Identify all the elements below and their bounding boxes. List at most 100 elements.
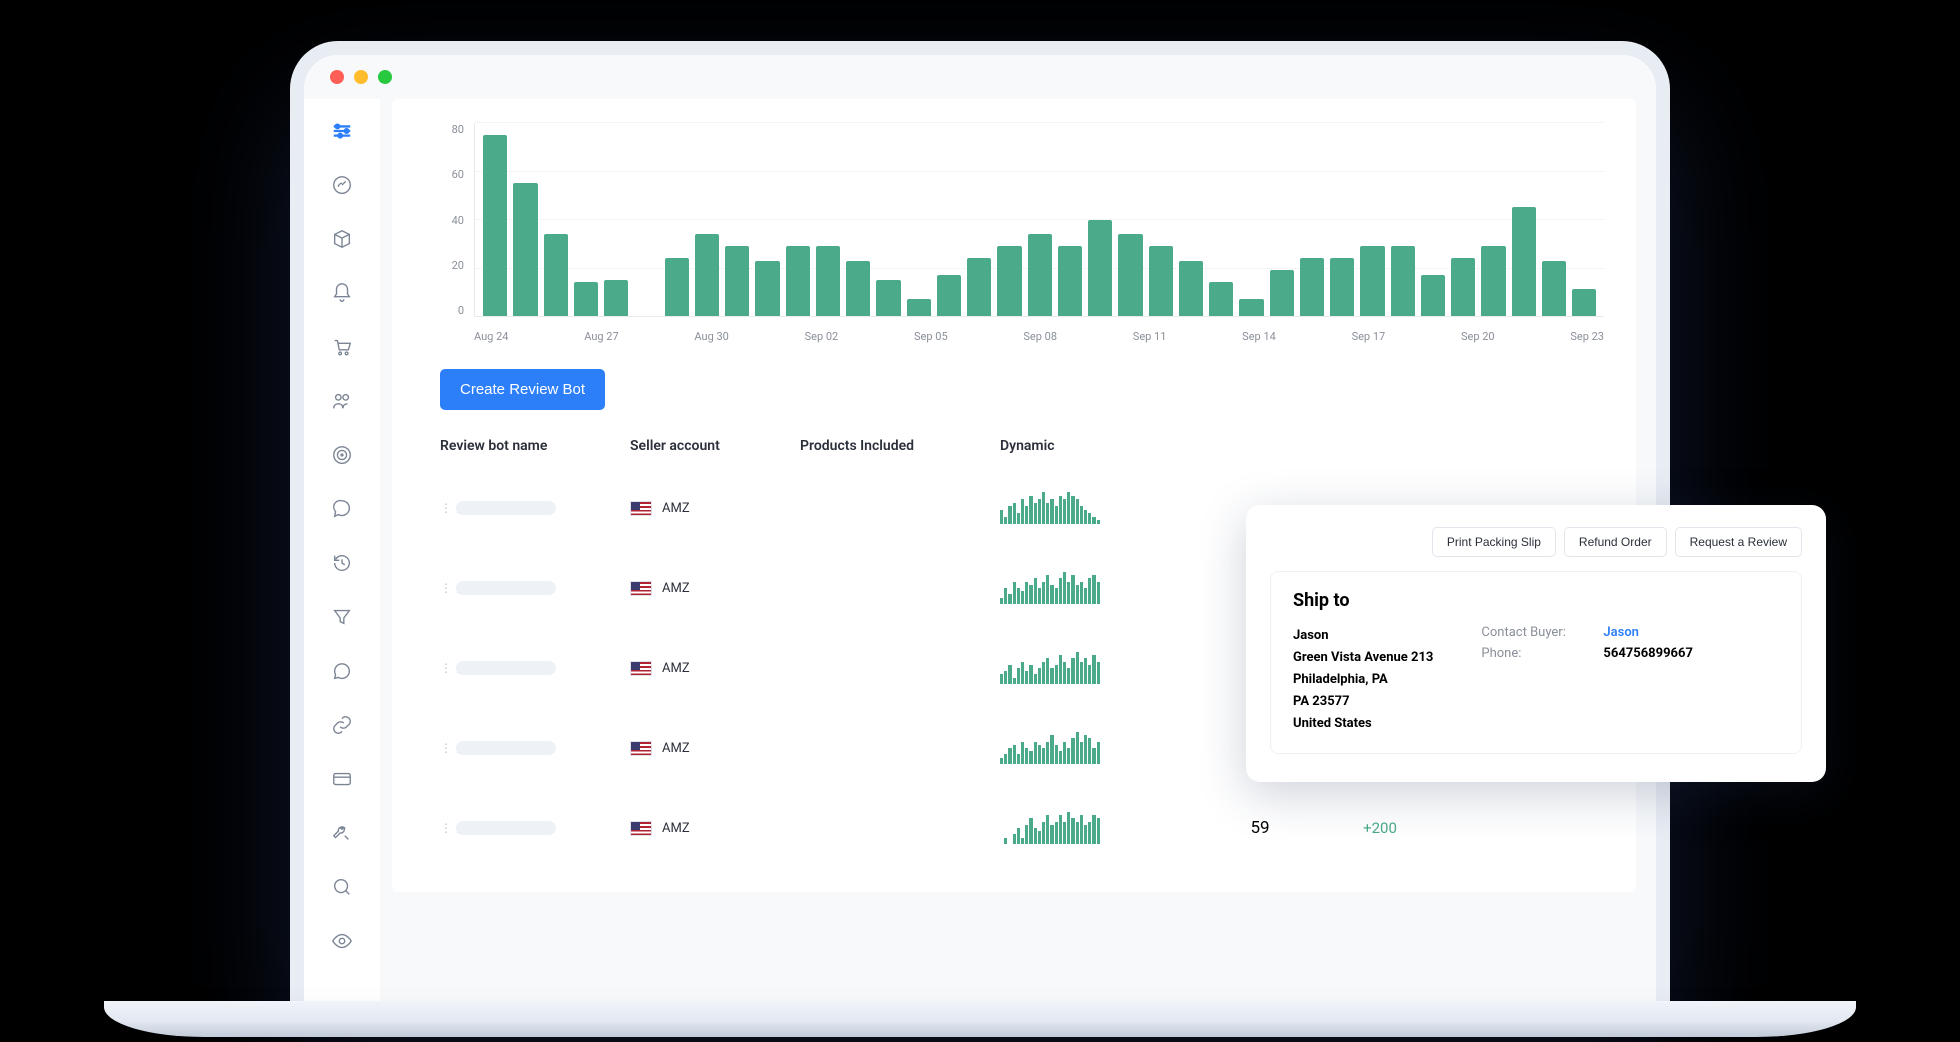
- chart-bar: [846, 261, 870, 316]
- history-icon[interactable]: [330, 551, 354, 575]
- us-flag-icon: [630, 821, 652, 836]
- contact-buyer-label: Contact Buyer:: [1481, 625, 1581, 640]
- seller-cell: AMZ: [630, 741, 800, 756]
- laptop-base: [104, 1001, 1856, 1037]
- request-review-button[interactable]: Request a Review: [1675, 527, 1802, 557]
- chart-bar: [1058, 246, 1082, 316]
- dynamic-sparkline: [1000, 812, 1100, 844]
- us-flag-icon: [630, 661, 652, 676]
- col-name: Review bot name: [440, 438, 630, 454]
- window-minimize-icon[interactable]: [354, 70, 368, 84]
- name-placeholder: [456, 741, 556, 755]
- create-review-bot-button[interactable]: Create Review Bot: [440, 369, 605, 410]
- ship-to-title: Ship to: [1293, 590, 1779, 611]
- eye-icon[interactable]: [330, 929, 354, 953]
- chart-bar: [1118, 234, 1142, 316]
- seller-cell: AMZ: [630, 581, 800, 596]
- users-icon[interactable]: [330, 389, 354, 413]
- chart-bar: [1088, 220, 1112, 317]
- chart-bar: [1330, 258, 1354, 316]
- phone-label: Phone:: [1481, 646, 1581, 661]
- main-chart: 806040200 Aug 24Aug 27Aug 30Sep 02Sep 05…: [440, 123, 1604, 343]
- chart-bar: [1451, 258, 1475, 316]
- us-flag-icon: [630, 741, 652, 756]
- window-maximize-icon[interactable]: [378, 70, 392, 84]
- delta-value: +200: [1320, 819, 1440, 837]
- phone-value: 564756899667: [1603, 646, 1693, 661]
- card-icon[interactable]: [330, 767, 354, 791]
- name-placeholder: [456, 661, 556, 675]
- laptop-frame: 806040200 Aug 24Aug 27Aug 30Sep 02Sep 05…: [290, 41, 1670, 1001]
- contact-buyer-link[interactable]: Jason: [1603, 625, 1639, 640]
- chart-bar: [786, 246, 810, 316]
- chart-bar: [967, 258, 991, 316]
- chart-bar: [937, 275, 961, 316]
- drag-handle-icon[interactable]: ⋮⋮: [440, 661, 448, 675]
- dynamic-sparkline: [1000, 492, 1100, 524]
- message-icon[interactable]: [330, 659, 354, 683]
- seller-cell: AMZ: [630, 821, 800, 836]
- chat-icon[interactable]: [330, 497, 354, 521]
- drag-handle-icon[interactable]: ⋮⋮: [440, 741, 448, 755]
- chart-bar: [876, 280, 900, 316]
- chart-bar: [1300, 258, 1324, 316]
- funnel-icon[interactable]: [330, 605, 354, 629]
- chart-plot: [474, 123, 1604, 317]
- logo-icon[interactable]: [330, 119, 354, 143]
- window-close-icon[interactable]: [330, 70, 344, 84]
- dynamic-sparkline: [1000, 652, 1100, 684]
- cart-icon[interactable]: [330, 335, 354, 359]
- chart-bar: [695, 234, 719, 316]
- chart-y-axis: 806040200: [430, 123, 464, 317]
- drag-handle-icon[interactable]: ⋮⋮: [440, 821, 448, 835]
- table-header: Review bot name Seller account Products …: [440, 438, 1604, 468]
- order-popup: Print Packing Slip Refund Order Request …: [1246, 505, 1826, 782]
- chart-bar: [665, 258, 689, 316]
- chart-bar: [1209, 282, 1233, 316]
- chart-bar: [1391, 246, 1415, 316]
- chart-bar: [1542, 261, 1566, 316]
- ship-to-card: Ship to Jason Green Vista Avenue 213 Phi…: [1270, 571, 1802, 754]
- col-seller: Seller account: [630, 438, 800, 454]
- sidebar: [304, 99, 380, 1001]
- chart-bar: [1421, 275, 1445, 316]
- bell-icon[interactable]: [330, 281, 354, 305]
- dashboard-icon[interactable]: [330, 173, 354, 197]
- popup-actions: Print Packing Slip Refund Order Request …: [1270, 527, 1802, 557]
- target-icon[interactable]: [330, 443, 354, 467]
- chart-x-axis: Aug 24Aug 27Aug 30Sep 02Sep 05Sep 08Sep …: [474, 324, 1604, 343]
- dynamic-sparkline: [1000, 732, 1100, 764]
- chart-bar: [574, 282, 598, 316]
- chart-bar: [907, 299, 931, 316]
- name-placeholder: [456, 501, 556, 515]
- chart-bar: [1481, 246, 1505, 316]
- box-icon[interactable]: [330, 227, 354, 251]
- ship-address: Jason Green Vista Avenue 213 Philadelphi…: [1293, 625, 1433, 735]
- chart-bar: [604, 280, 628, 316]
- tool-icon[interactable]: [330, 821, 354, 845]
- link-icon[interactable]: [330, 713, 354, 737]
- name-placeholder: [456, 581, 556, 595]
- col-dynamic: Dynamic: [1000, 438, 1200, 454]
- name-placeholder: [456, 821, 556, 835]
- print-packing-slip-button[interactable]: Print Packing Slip: [1432, 527, 1556, 557]
- drag-handle-icon[interactable]: ⋮⋮: [440, 501, 448, 515]
- drag-handle-icon[interactable]: ⋮⋮: [440, 581, 448, 595]
- search-icon[interactable]: [330, 875, 354, 899]
- refund-order-button[interactable]: Refund Order: [1564, 527, 1667, 557]
- seller-cell: AMZ: [630, 661, 800, 676]
- chart-bar: [1572, 289, 1596, 316]
- dynamic-sparkline: [1000, 572, 1100, 604]
- seller-cell: AMZ: [630, 501, 800, 516]
- chart-bar: [1179, 261, 1203, 316]
- us-flag-icon: [630, 581, 652, 596]
- chart-bar: [544, 234, 568, 316]
- count-value: 59: [1200, 818, 1320, 838]
- chart-bar: [483, 135, 507, 316]
- window-titlebar: [304, 55, 1656, 99]
- chart-bar: [1239, 299, 1263, 316]
- col-products: Products Included: [800, 438, 1000, 454]
- chart-bar: [816, 246, 840, 316]
- chart-bar: [1149, 246, 1173, 316]
- table-row[interactable]: ⋮⋮ AMZ 59+200: [440, 788, 1604, 868]
